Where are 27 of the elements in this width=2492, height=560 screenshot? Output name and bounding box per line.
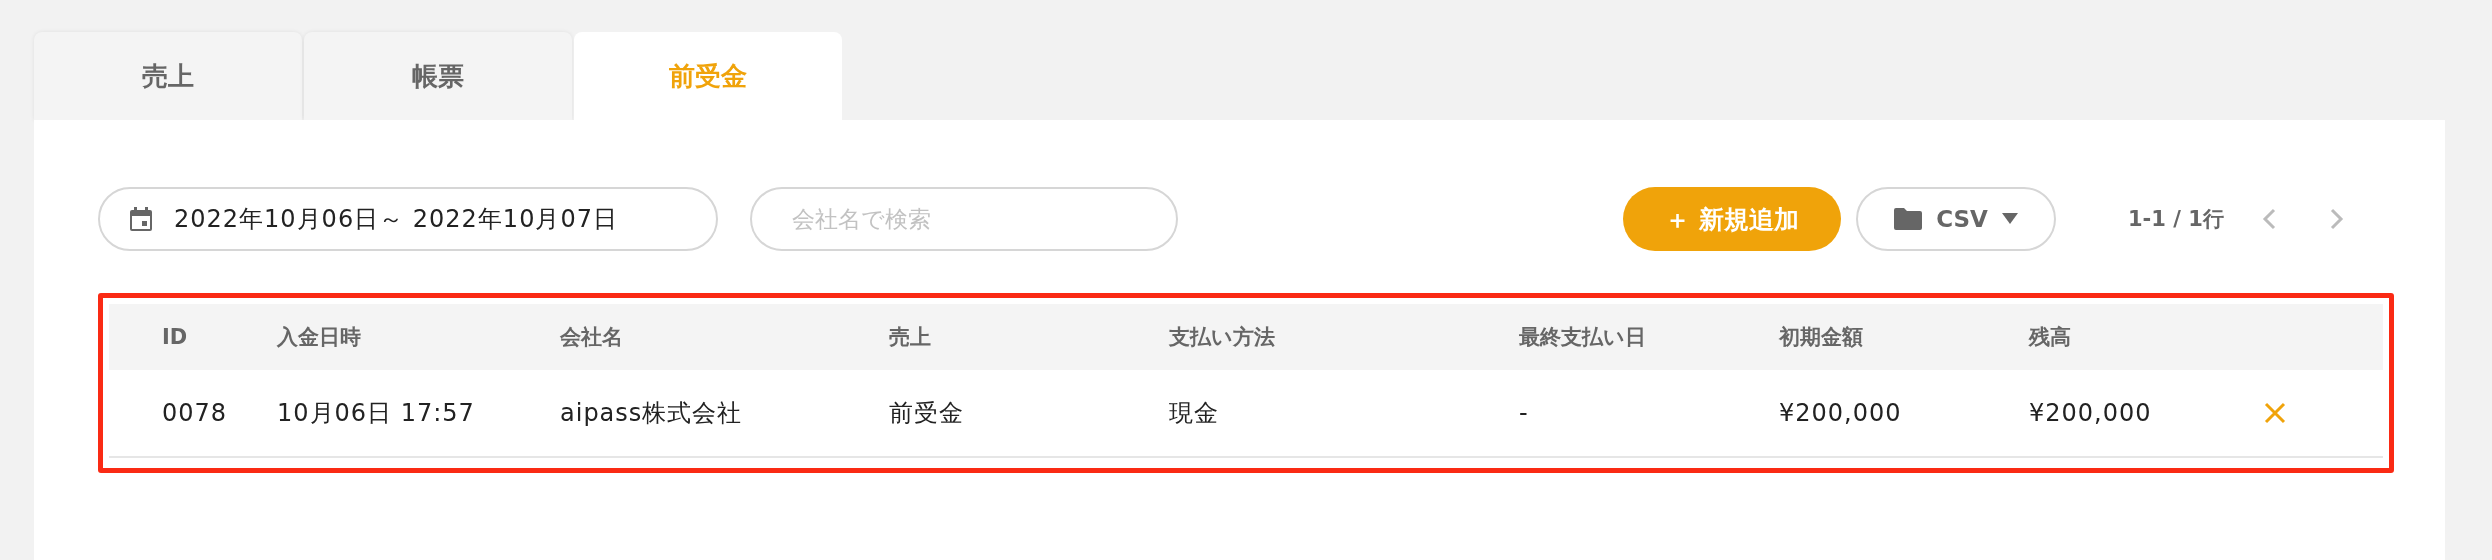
tab[interactable]: 帳票: [304, 32, 572, 120]
table-cell-text: 10月06日 17:57: [277, 398, 475, 429]
date-range-field[interactable]: 2022年10月06日～ 2022年10月07日: [98, 187, 718, 251]
tab[interactable]: 売上: [34, 32, 302, 120]
table-cell: -: [1519, 399, 1529, 427]
column-header: 残高: [2029, 324, 2071, 351]
csv-button[interactable]: CSV: [1856, 187, 2056, 251]
column-header: 最終支払い日: [1519, 324, 1646, 351]
pagination-text: 1-1 / 1行: [2128, 206, 2224, 233]
date-range-text: 2022年10月06日～ 2022年10月07日: [174, 204, 618, 235]
column-header: 初期金額: [1779, 324, 1863, 351]
search-field[interactable]: 会社名で検索: [750, 187, 1178, 251]
column-header: 入金日時: [277, 324, 361, 351]
calendar-icon: [130, 207, 152, 231]
table-cell-text: aipass株式会社: [560, 398, 743, 429]
column-header: 売上: [889, 324, 931, 351]
table-cell: ¥200,000: [1779, 399, 1902, 427]
table-cell-text: 前受金: [889, 398, 964, 429]
caret-icon: [2001, 213, 2018, 225]
column-header: 会社名: [560, 324, 623, 351]
table-cell: ¥200,000: [2029, 399, 2152, 427]
column-header: ID: [162, 325, 188, 349]
delete-icon[interactable]: [2264, 402, 2286, 424]
column-header: 支払い方法: [1169, 324, 1275, 351]
table-cell: 0078: [162, 399, 228, 427]
table-cell-text: 現金: [1169, 398, 1219, 429]
folder-icon: [1894, 208, 1923, 230]
